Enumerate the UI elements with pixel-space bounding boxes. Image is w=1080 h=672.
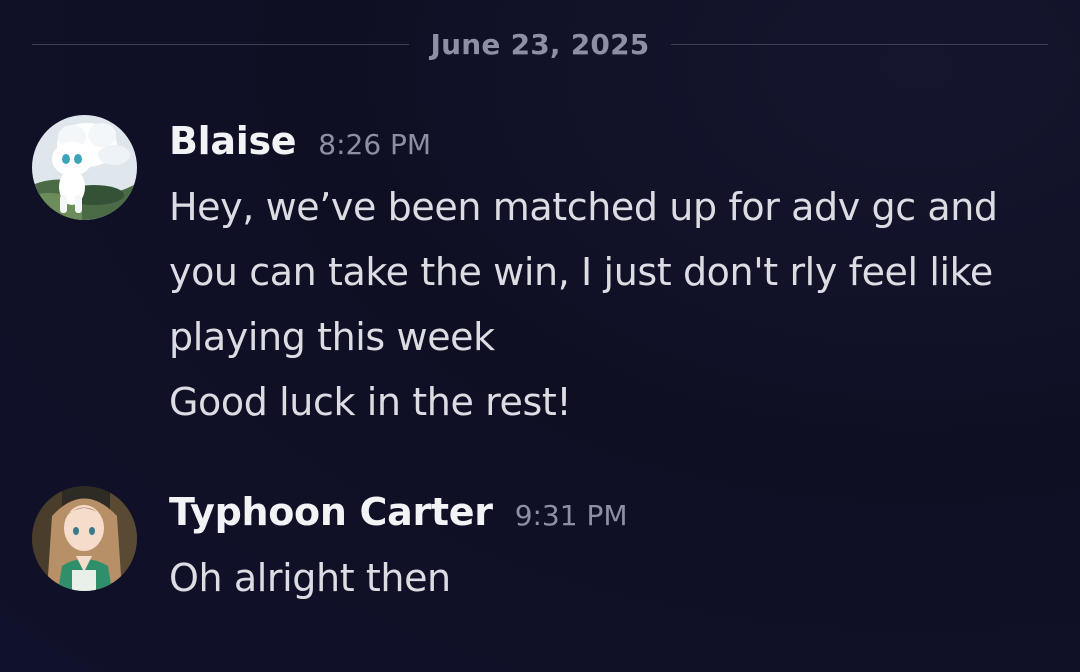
divider-line-right (671, 43, 1048, 45)
message-header: Blaise 8:26 PM (169, 115, 1049, 177)
message-timestamp: 9:31 PM (514, 499, 628, 532)
message-text-line: Oh alright then (169, 556, 451, 600)
username[interactable]: Typhoon Carter (169, 490, 493, 534)
vulpix-avatar-icon (32, 115, 137, 220)
username[interactable]: Blaise (169, 119, 297, 163)
message-header: Typhoon Carter 9:31 PM (169, 486, 1049, 548)
message-body: Typhoon Carter 9:31 PM Oh alright then (169, 486, 1049, 611)
message-text-line: playing this week (169, 315, 495, 359)
anime-girl-avatar-icon (32, 486, 137, 591)
date-divider-label: June 23, 2025 (430, 27, 650, 61)
chat-messages-area: June 23, 2025 Blaise 8:26 PM Hey, we’ve … (0, 0, 1080, 672)
message-text-line: you can take the win, I just don't rly f… (169, 250, 993, 294)
message-content: Oh alright then (169, 546, 1049, 611)
divider-line-left (32, 43, 409, 45)
message-body: Blaise 8:26 PM Hey, we’ve been matched u… (169, 115, 1049, 435)
date-divider: June 23, 2025 (32, 22, 1048, 66)
message-timestamp: 8:26 PM (318, 128, 432, 161)
message-text-line: Good luck in the rest! (169, 380, 572, 424)
message-content: Hey, we’ve been matched up for adv gc an… (169, 175, 1049, 435)
user-avatar[interactable] (32, 115, 137, 220)
message-text-line: Hey, we’ve been matched up for adv gc an… (169, 185, 998, 229)
user-avatar[interactable] (32, 486, 137, 591)
